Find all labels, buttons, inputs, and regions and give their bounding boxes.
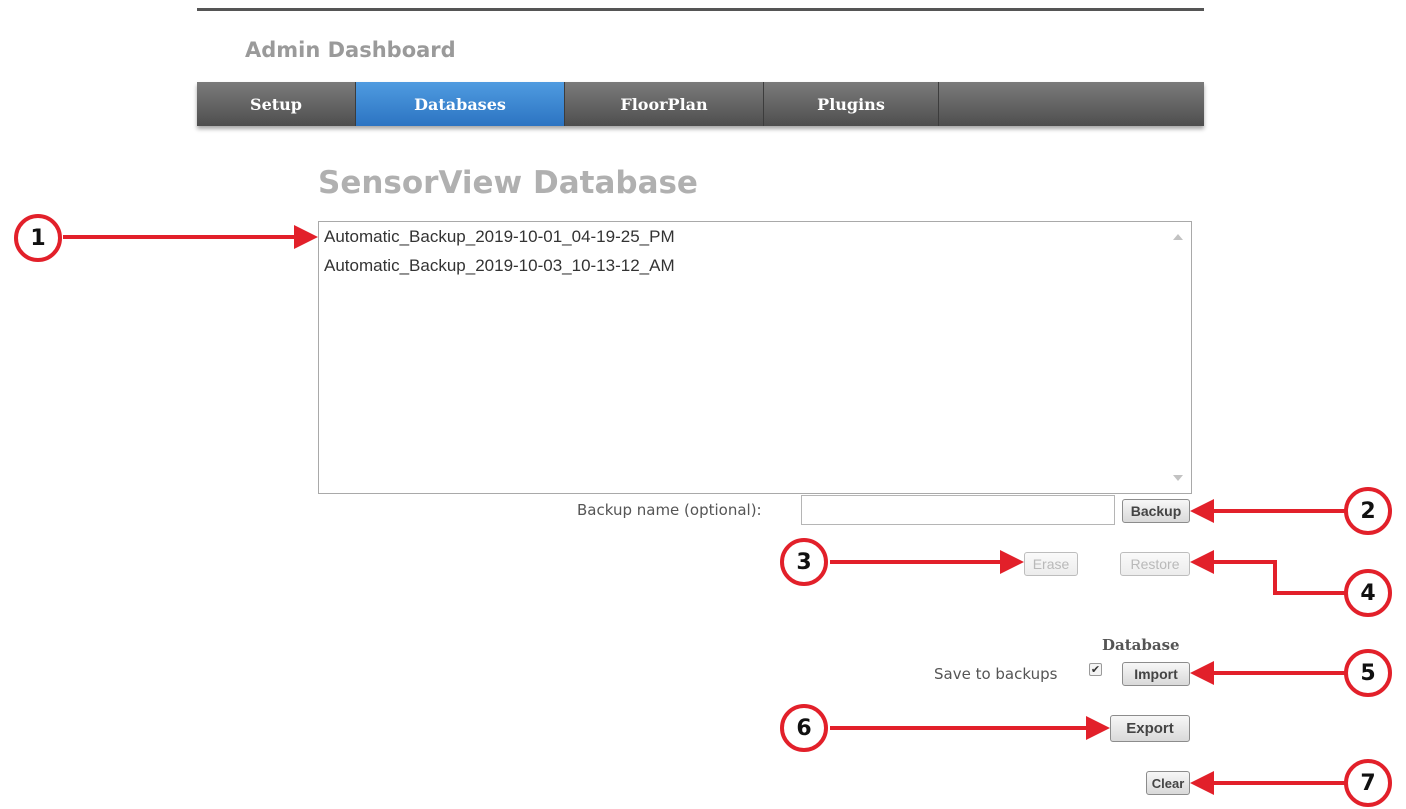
callout-marker-3: 3 (780, 538, 828, 586)
backup-list[interactable]: Automatic_Backup_2019-10-01_04-19-25_PM … (318, 221, 1192, 494)
tab-databases[interactable]: Databases (356, 82, 565, 126)
callout-marker-6: 6 (780, 704, 828, 752)
clear-button[interactable]: Clear (1146, 771, 1190, 795)
backup-list-item[interactable]: Automatic_Backup_2019-10-03_10-13-12_AM (324, 256, 675, 276)
tab-floorplan[interactable]: FloorPlan (565, 82, 764, 126)
callout-arrow-4 (1190, 550, 1347, 595)
backup-name-label: Backup name (optional): (577, 501, 762, 519)
erase-button[interactable]: Erase (1024, 552, 1078, 576)
scroll-up-arrow-icon[interactable] (1173, 234, 1183, 240)
import-button[interactable]: Import (1122, 662, 1190, 686)
backup-button[interactable]: Backup (1122, 499, 1190, 523)
callout-marker-4: 4 (1344, 569, 1392, 617)
backup-name-input[interactable] (801, 495, 1115, 525)
export-button[interactable]: Export (1110, 715, 1190, 742)
scroll-down-arrow-icon[interactable] (1173, 475, 1183, 481)
callout-marker-5: 5 (1344, 649, 1392, 697)
callout-marker-7: 7 (1344, 759, 1392, 807)
callout-marker-2: 2 (1344, 487, 1392, 535)
tab-plugins[interactable]: Plugins (764, 82, 939, 126)
top-divider (197, 8, 1204, 11)
callout-marker-1: 1 (14, 214, 62, 262)
main-nav: Setup Databases FloorPlan Plugins (197, 82, 1204, 126)
save-to-backups-checkbox[interactable]: ✔ (1089, 663, 1102, 676)
backup-list-item[interactable]: Automatic_Backup_2019-10-01_04-19-25_PM (324, 227, 675, 247)
database-heading: Database (1102, 636, 1180, 654)
save-to-backups-label: Save to backups (934, 665, 1058, 683)
restore-button[interactable]: Restore (1120, 552, 1190, 576)
page-title: SensorView Database (318, 165, 698, 201)
app-title: Admin Dashboard (245, 38, 456, 62)
tab-setup[interactable]: Setup (197, 82, 356, 126)
